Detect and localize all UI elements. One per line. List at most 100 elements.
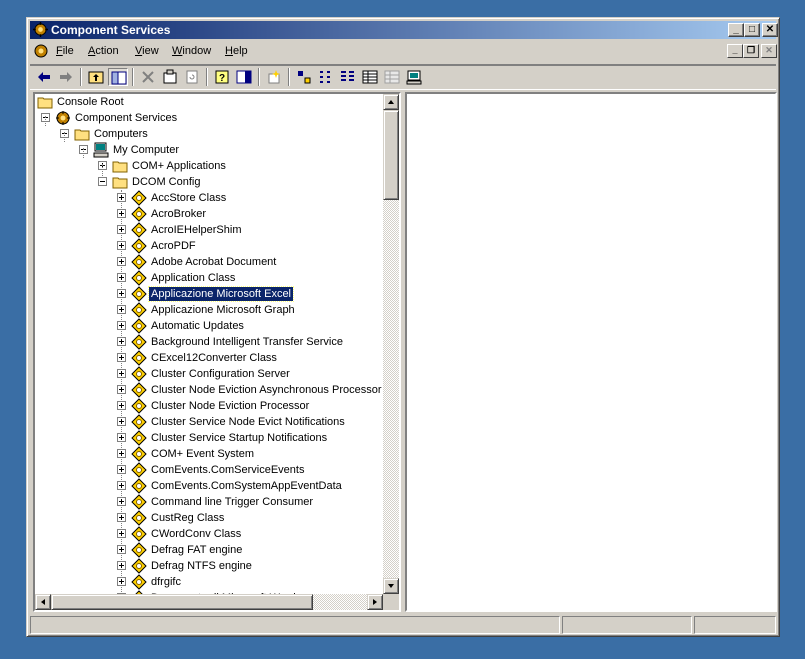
component-services-window: Component Services _ □ ✕ File Action Vie… bbox=[26, 17, 780, 637]
folder-icon bbox=[37, 97, 53, 109]
menu-view[interactable]: View bbox=[135, 45, 159, 57]
menu-window-label: indow bbox=[182, 45, 212, 57]
list-icon bbox=[341, 71, 354, 81]
dcom-application-icon bbox=[131, 430, 147, 446]
expand-toggle[interactable] bbox=[117, 273, 126, 282]
dcom-item-label: Application Class bbox=[151, 272, 236, 284]
properties-button[interactable] bbox=[160, 68, 180, 86]
forward-icon bbox=[60, 72, 72, 82]
expand-toggle[interactable] bbox=[117, 193, 126, 202]
scroll-thumb[interactable] bbox=[383, 110, 399, 200]
up-level-button[interactable] bbox=[86, 68, 106, 86]
collapse-toggle[interactable] bbox=[98, 177, 107, 186]
expand-toggle[interactable] bbox=[117, 385, 126, 394]
tree-vertical-scrollbar[interactable] bbox=[383, 94, 399, 594]
expand-toggle[interactable] bbox=[117, 465, 126, 474]
new-window-button[interactable] bbox=[264, 68, 284, 86]
tree-node-label: Console Root bbox=[57, 96, 124, 108]
dcom-item-label: Cluster Service Node Evict Notifications bbox=[151, 416, 345, 428]
dcom-application-icon bbox=[131, 382, 147, 398]
dcom-item-label: AccStore Class bbox=[151, 192, 227, 204]
expand-toggle[interactable] bbox=[117, 545, 126, 554]
expand-toggle[interactable] bbox=[117, 337, 126, 346]
tree-line bbox=[83, 148, 84, 158]
scroll-left-button[interactable] bbox=[35, 594, 51, 610]
forward-button[interactable] bbox=[56, 68, 76, 86]
child-minimize-button[interactable]: _ bbox=[727, 44, 743, 58]
expand-toggle[interactable] bbox=[117, 577, 126, 586]
expand-toggle[interactable] bbox=[117, 353, 126, 362]
scroll-right-button[interactable] bbox=[367, 594, 383, 610]
dcom-application-icon bbox=[131, 526, 147, 542]
small-icons-button[interactable] bbox=[316, 68, 336, 86]
dcom-item-label: Background Intelligent Transfer Service bbox=[151, 336, 343, 348]
expand-toggle[interactable] bbox=[117, 289, 126, 298]
scroll-up-button[interactable] bbox=[383, 94, 399, 110]
details-pane bbox=[405, 92, 777, 612]
delete-button[interactable] bbox=[138, 68, 158, 86]
tree-horizontal-scrollbar[interactable] bbox=[35, 594, 383, 610]
menu-window[interactable]: Window bbox=[172, 45, 211, 57]
expand-toggle[interactable] bbox=[117, 513, 126, 522]
properties-icon bbox=[163, 69, 177, 84]
expand-toggle[interactable] bbox=[117, 481, 126, 490]
menu-help[interactable]: Help bbox=[225, 45, 248, 57]
expand-toggle[interactable] bbox=[117, 529, 126, 538]
dcom-item-label: Cluster Configuration Server bbox=[151, 368, 290, 380]
list-button[interactable] bbox=[338, 68, 358, 86]
toolbar-separator bbox=[258, 68, 260, 86]
maximize-button[interactable]: □ bbox=[744, 23, 760, 37]
scroll-down-button[interactable] bbox=[383, 578, 399, 594]
expand-toggle[interactable] bbox=[117, 497, 126, 506]
large-icons-button[interactable] bbox=[294, 68, 314, 86]
dcom-application-icon bbox=[131, 478, 147, 494]
expand-toggle[interactable] bbox=[117, 209, 126, 218]
dcom-application-icon bbox=[131, 334, 147, 350]
status-bar bbox=[30, 616, 776, 634]
help-button[interactable]: ? bbox=[212, 68, 232, 86]
refresh-button[interactable] bbox=[182, 68, 202, 86]
dcom-item-label: ComEvents.ComSystemAppEventData bbox=[151, 480, 342, 492]
expand-toggle[interactable] bbox=[117, 417, 126, 426]
expand-toggle[interactable] bbox=[117, 321, 126, 330]
delete-icon bbox=[142, 71, 154, 83]
dcom-application-icon bbox=[131, 462, 147, 478]
menu-file-label: ile bbox=[62, 45, 74, 57]
child-close-button[interactable]: ✕ bbox=[761, 44, 777, 58]
up-level-icon bbox=[88, 71, 104, 84]
menu-file[interactable]: File bbox=[56, 45, 74, 57]
expand-toggle[interactable] bbox=[117, 305, 126, 314]
expand-toggle[interactable] bbox=[117, 257, 126, 266]
details-disabled-button[interactable] bbox=[382, 68, 402, 86]
expand-toggle[interactable] bbox=[117, 561, 126, 570]
scrollbar-corner bbox=[383, 594, 399, 610]
expand-toggle[interactable] bbox=[117, 449, 126, 458]
scroll-thumb[interactable] bbox=[51, 594, 313, 610]
system-menu-icon[interactable] bbox=[33, 43, 49, 59]
toolbar-separator bbox=[132, 68, 134, 86]
export-list-button[interactable] bbox=[234, 68, 254, 86]
menu-bar: File Action View Window Help _ ❐ ✕ bbox=[30, 41, 777, 61]
dcom-application-icon bbox=[131, 398, 147, 414]
expand-toggle[interactable] bbox=[117, 433, 126, 442]
title-bar[interactable]: Component Services _ □ ✕ bbox=[30, 21, 778, 39]
dcom-application-icon bbox=[131, 542, 147, 558]
dcom-application-icon bbox=[131, 318, 147, 334]
new-window-icon bbox=[268, 70, 280, 84]
expand-toggle[interactable] bbox=[117, 369, 126, 378]
expand-toggle[interactable] bbox=[117, 225, 126, 234]
tree-node-label: COM+ Applications bbox=[132, 160, 226, 172]
expand-toggle[interactable] bbox=[117, 401, 126, 410]
child-restore-button[interactable]: ❐ bbox=[743, 44, 759, 58]
dcom-item-label: CExcel12Converter Class bbox=[151, 352, 277, 364]
close-button[interactable]: ✕ bbox=[762, 23, 778, 37]
dcom-application-icon bbox=[131, 414, 147, 430]
dcom-application-icon bbox=[131, 206, 147, 222]
show-hide-tree-button[interactable] bbox=[108, 68, 128, 86]
detail-button[interactable] bbox=[360, 68, 380, 86]
back-button[interactable] bbox=[34, 68, 54, 86]
menu-action[interactable]: Action bbox=[88, 45, 119, 57]
expand-toggle[interactable] bbox=[117, 241, 126, 250]
minimize-button[interactable]: _ bbox=[728, 23, 744, 37]
computer-view-button[interactable] bbox=[404, 68, 424, 86]
